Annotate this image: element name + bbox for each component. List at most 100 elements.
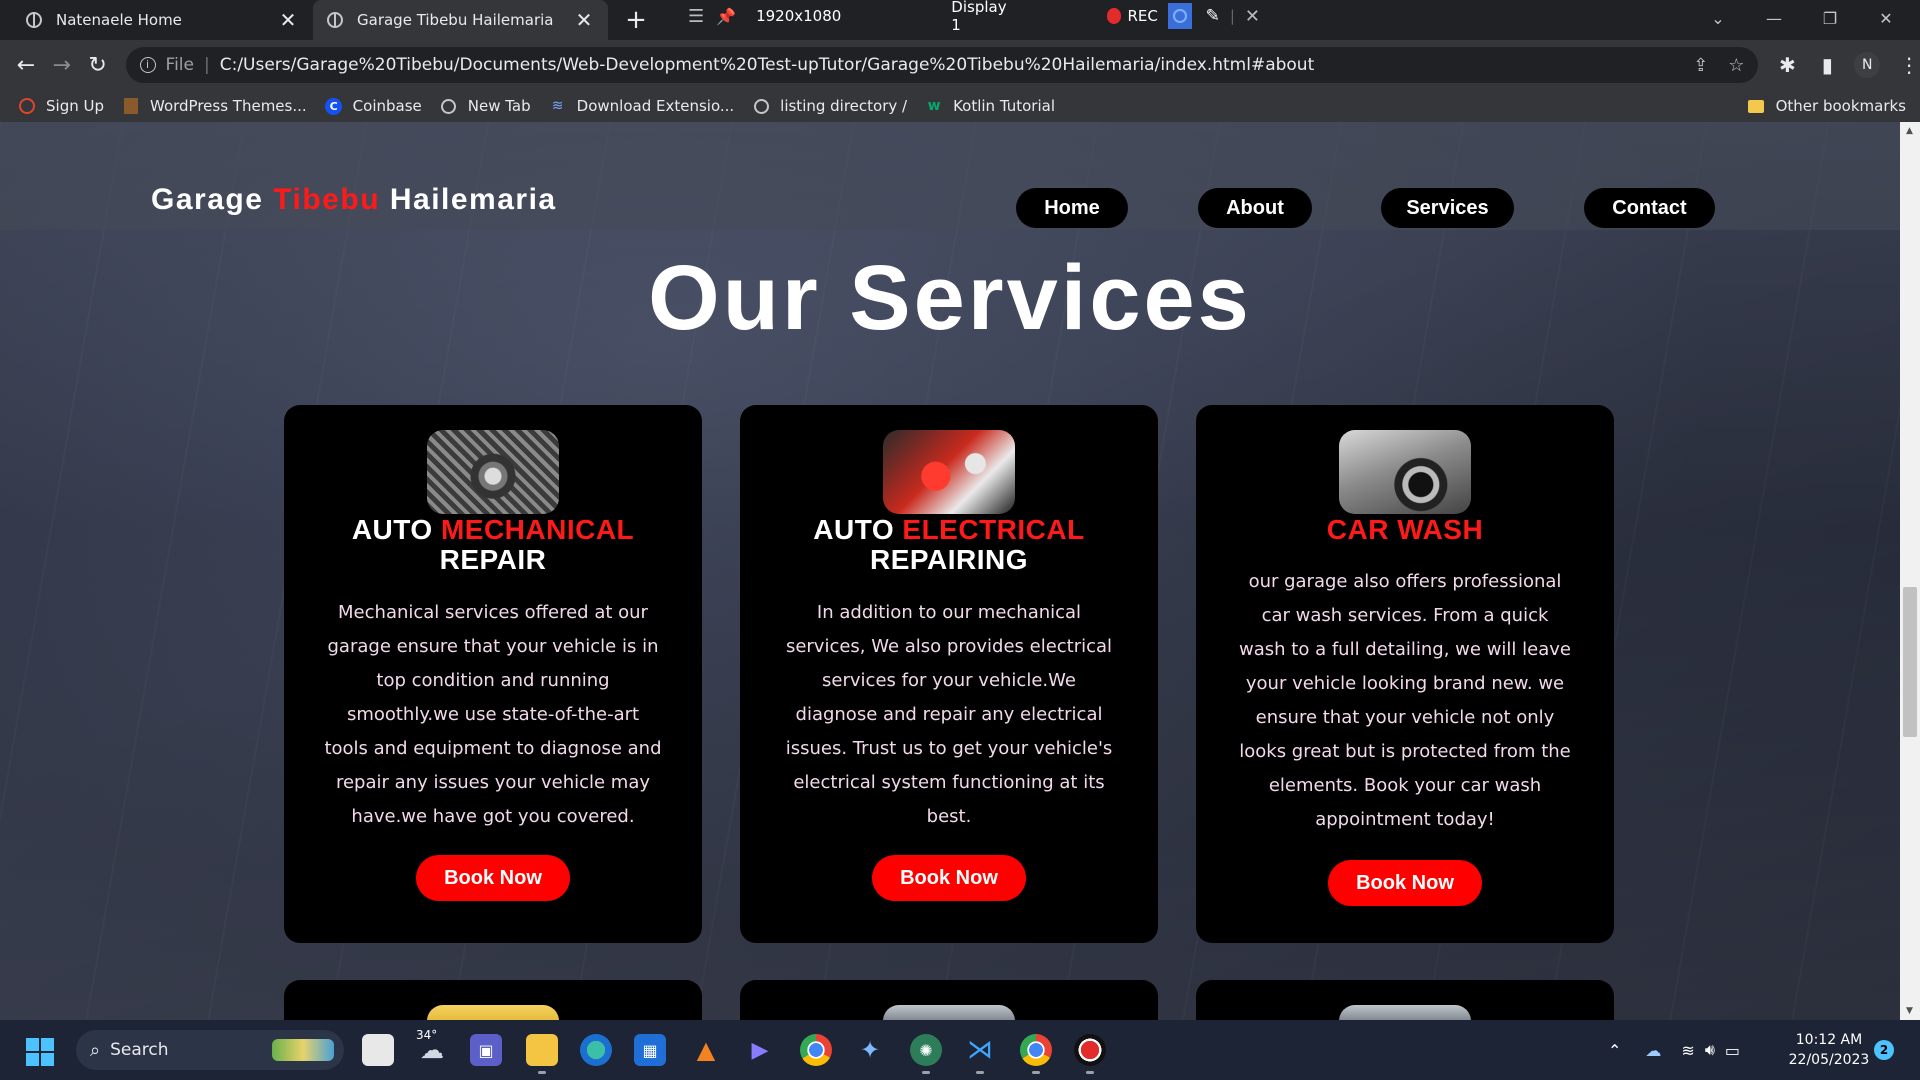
nav-contact[interactable]: Contact <box>1584 188 1715 228</box>
edge-icon[interactable] <box>580 1034 612 1066</box>
bookmark-label: Kotlin Tutorial <box>953 97 1055 115</box>
page-scrollbar[interactable]: ▲ ▼ <box>1900 122 1920 1020</box>
scrollbar-thumb[interactable] <box>1903 587 1917 737</box>
onedrive-icon[interactable]: ☁ <box>1645 1041 1661 1060</box>
bookmark-listing-directory[interactable]: listing directory / <box>752 97 907 115</box>
wifi-icon[interactable]: ≋ <box>1681 1041 1694 1060</box>
forward-arrow-icon[interactable]: → <box>44 47 80 83</box>
recorder-resolution: 1920x1080 <box>756 7 842 25</box>
record-dot-icon[interactable] <box>1106 8 1122 24</box>
globe-icon <box>752 97 770 115</box>
vlc-icon[interactable]: ▲ <box>690 1034 722 1066</box>
book-now-button[interactable]: Book Now <box>872 855 1026 901</box>
task-view-icon[interactable] <box>362 1034 394 1066</box>
nav-home[interactable]: Home <box>1016 188 1128 228</box>
title-accent: CAR WASH <box>1326 514 1484 545</box>
browser-toolbar: ← → ↻ i File | C:/Users/Garage%20Tibebu/… <box>0 40 1920 90</box>
more-menu-icon[interactable]: ⋮ <box>1898 53 1920 77</box>
tab-natenaele-home[interactable]: Natenaele Home ✕ <box>12 0 312 40</box>
scroll-down-icon[interactable]: ▼ <box>1906 1006 1913 1016</box>
book-now-button[interactable]: Book Now <box>416 855 570 901</box>
pin-icon[interactable]: 📌 <box>716 7 736 26</box>
minimize-icon[interactable]: — <box>1746 9 1802 28</box>
bookmarks-bar: Sign Up WordPress Themes... C Coinbase N… <box>0 90 1920 122</box>
bookmark-coinbase[interactable]: C Coinbase <box>325 97 422 115</box>
file-explorer-icon[interactable] <box>526 1034 558 1074</box>
menu-icon[interactable]: ☰ <box>688 6 704 27</box>
service-description: Mechanical services offered at our garag… <box>324 602 662 827</box>
share-icon[interactable]: ⇪ <box>1693 55 1708 76</box>
teams-chat-icon[interactable]: ▣ <box>470 1034 502 1066</box>
new-tab-button[interactable]: + <box>622 6 650 34</box>
store-icon[interactable]: ▦ <box>634 1034 666 1066</box>
bookmark-label: Download Extensio... <box>576 97 735 115</box>
chatgpt-icon[interactable]: ✺ <box>910 1034 942 1074</box>
chrome-profile-icon[interactable] <box>1020 1034 1052 1074</box>
pen-icon[interactable]: ✎ <box>1206 6 1220 26</box>
volume-icon[interactable]: 🔊︎ <box>1705 1040 1715 1060</box>
reload-icon[interactable]: ↻ <box>80 47 116 83</box>
extensions-icon[interactable]: ✱ <box>1776 53 1798 77</box>
clock-date: 22/05/2023 <box>1788 1052 1870 1068</box>
media-app-icon[interactable]: ▶ <box>744 1034 776 1066</box>
bookmark-new-tab[interactable]: New Tab <box>440 97 531 115</box>
close-icon[interactable]: ✕ <box>1245 6 1260 27</box>
chevron-up-icon[interactable]: ⌃ <box>1608 1041 1621 1060</box>
service-title: AUTO ELECTRICAL REPAIRING <box>740 515 1158 575</box>
taskbar-search[interactable]: ⌕ Search <box>76 1030 344 1070</box>
close-icon[interactable]: ✕ <box>278 8 298 32</box>
bookmark-sign-up[interactable]: Sign Up <box>18 97 104 115</box>
screen-recorder-icon[interactable] <box>1074 1034 1106 1074</box>
notification-badge[interactable]: 2 <box>1874 1040 1894 1060</box>
bookmark-wordpress-themes[interactable]: WordPress Themes... <box>122 97 307 115</box>
restore-icon[interactable]: ❐ <box>1802 9 1858 28</box>
clock-time: 10:12 AM <box>1795 1032 1863 1048</box>
bookmark-label: WordPress Themes... <box>150 97 307 115</box>
coinbase-icon: C <box>325 97 343 115</box>
web-page: Garage Tibebu Hailemaria Home About Serv… <box>0 122 1900 1020</box>
search-highlight-image <box>272 1039 334 1061</box>
bookmark-kotlin-tutorial[interactable]: w Kotlin Tutorial <box>925 97 1055 115</box>
info-icon[interactable]: i <box>139 57 156 73</box>
copilot-icon[interactable]: ✦ <box>854 1034 886 1066</box>
battery-icon[interactable]: ▭ <box>1725 1041 1740 1060</box>
close-window-icon[interactable]: ✕ <box>1858 9 1914 28</box>
close-icon[interactable]: ✕ <box>574 8 594 32</box>
tab-title: Natenaele Home <box>56 11 182 29</box>
title-line2: REPAIRING <box>870 544 1028 575</box>
profile-avatar[interactable]: N <box>1854 52 1881 78</box>
nav-about[interactable]: About <box>1198 188 1312 228</box>
bookmark-label: New Tab <box>467 97 531 115</box>
recorder-rec-label[interactable]: REC <box>1127 7 1157 25</box>
engine-image <box>427 430 559 514</box>
chevron-down-icon[interactable]: ⌄ <box>1690 9 1746 28</box>
title-accent: MECHANICAL <box>440 514 635 545</box>
section-title: Our Services <box>648 247 1252 349</box>
vscode-icon[interactable]: ⋊ <box>964 1034 996 1074</box>
service-card-peek <box>1196 980 1614 1020</box>
bookmark-label: Sign Up <box>46 97 104 115</box>
url-scheme: File <box>165 55 194 75</box>
url-text[interactable]: C:/Users/Garage%20Tibebu/Documents/Web-D… <box>220 55 1673 75</box>
bookmark-star-icon[interactable]: ☆ <box>1728 55 1744 76</box>
taskbar-clock[interactable]: 10:12 AM 22/05/2023 <box>1786 1030 1872 1070</box>
globe-icon <box>440 97 458 115</box>
side-panel-icon[interactable]: ▮ <box>1816 53 1838 77</box>
bookmark-download-extension[interactable]: ≋ Download Extensio... <box>549 97 735 115</box>
book-now-button[interactable]: Book Now <box>1328 860 1482 906</box>
scroll-up-icon[interactable]: ▲ <box>1906 126 1913 136</box>
recorder-display[interactable]: Display 1 <box>951 0 1015 34</box>
chrome-icon[interactable] <box>800 1034 832 1066</box>
service-image <box>883 1005 1015 1020</box>
camera-icon[interactable] <box>1167 3 1192 29</box>
other-bookmarks[interactable]: Other bookmarks <box>1747 90 1906 122</box>
windows-start-icon[interactable] <box>26 1038 54 1066</box>
nav-services[interactable]: Services <box>1381 188 1514 228</box>
back-arrow-icon[interactable]: ← <box>8 47 44 83</box>
bookmark-label: Other bookmarks <box>1775 97 1906 115</box>
tab-garage-tibebu[interactable]: Garage Tibebu Hailemaria ✕ <box>313 0 608 40</box>
service-image <box>427 1005 559 1020</box>
address-bar[interactable]: i File | C:/Users/Garage%20Tibebu/Docume… <box>125 47 1759 83</box>
title-line2: REPAIR <box>439 544 547 575</box>
w3schools-icon: w <box>927 98 941 114</box>
